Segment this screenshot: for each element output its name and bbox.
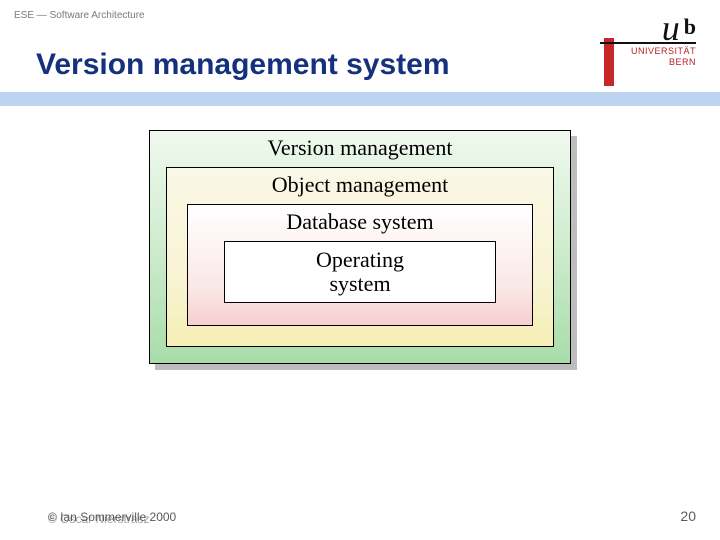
- logo-subtitle: UNIVERSITÄT BERN: [600, 46, 696, 68]
- header-band: [0, 92, 720, 106]
- layer-label: Version management: [150, 131, 570, 167]
- slide-footer: © Ian Sommerville 2000 © Oscar Nierstras…: [0, 498, 720, 540]
- university-logo: ub UNIVERSITÄT BERN: [600, 6, 696, 68]
- diagram-stage: Version management Object management Dat…: [0, 130, 720, 498]
- logo-sub-line2: BERN: [600, 57, 696, 68]
- layer-label: Operatingsystem: [225, 242, 495, 302]
- logo-divider: [600, 42, 696, 44]
- layer-object-management: Object management Database system Operat…: [166, 167, 554, 347]
- slide-header: ESE — Software Architecture Version mana…: [0, 0, 720, 92]
- layer-label: Object management: [167, 168, 553, 204]
- breadcrumb: ESE — Software Architecture: [14, 10, 145, 21]
- logo-letter-b: b: [684, 17, 696, 37]
- layer-version-management: Version management Object management Dat…: [149, 130, 571, 364]
- logo-sub-line1: UNIVERSITÄT: [600, 46, 696, 57]
- page-title: Version management system: [36, 48, 450, 82]
- page-number: 20: [680, 508, 696, 524]
- copyright-text-secondary: © Oscar Nierstrasz: [48, 512, 150, 526]
- layer-label: Database system: [188, 205, 532, 241]
- layer-database-system: Database system Operatingsystem: [187, 204, 533, 326]
- layer-operating-system: Operatingsystem: [224, 241, 496, 303]
- logo-letter-u: u: [662, 12, 680, 44]
- logo-glyph: ub: [600, 6, 696, 38]
